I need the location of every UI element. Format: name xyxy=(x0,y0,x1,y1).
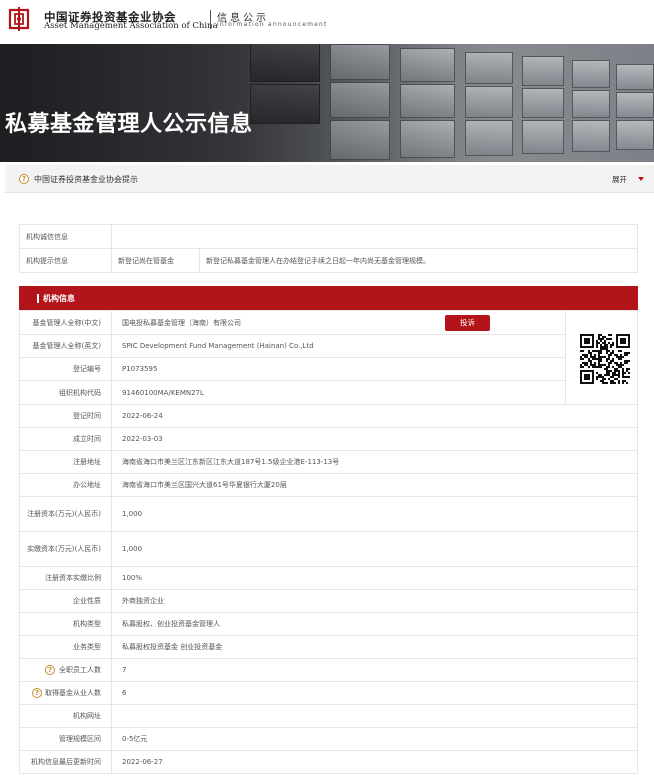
field-value: 2022-06-27 xyxy=(111,750,638,774)
field-label: 机构网址 xyxy=(19,704,112,728)
table-row: 机构信息最后更新时间 2022-06-27 xyxy=(19,750,638,774)
page-banner: 私募基金管理人公示信息 xyxy=(0,44,654,162)
table-row: 企业性质 外商独资企业 xyxy=(19,589,638,613)
table-row: 办公地址 海南省海口市美兰区国兴大道61号华夏银行大厦20层 xyxy=(19,473,638,497)
table-row: 登记时间 2022-06-24 xyxy=(19,404,638,428)
section-header: 机构信息 xyxy=(19,286,638,310)
table-row: 机构诚信信息 xyxy=(19,224,638,249)
expand-button[interactable]: 展开 xyxy=(612,174,627,185)
table-row: 注册资本实缴比例 100% xyxy=(19,566,638,590)
field-value: SPIC Development Fund Management (Hainan… xyxy=(111,334,566,358)
field-label: 登记编号 xyxy=(19,357,112,381)
table-row: 登记编号 P1073595 xyxy=(19,357,638,381)
complain-button[interactable]: 投诉 xyxy=(445,315,490,331)
table-row: ? 取得基金从业人数 6 xyxy=(19,681,638,705)
field-label: 企业性质 xyxy=(19,589,112,613)
field-value: 91460100MA/KEMN27L xyxy=(111,380,566,405)
section-name-en: information announcement xyxy=(217,21,328,28)
credit-value: 新登记私募基金管理人在办结登记手续之日起一年内尚无基金管理规模。 xyxy=(199,248,638,273)
field-label: 基金管理人全称(英文) xyxy=(19,334,112,358)
field-value: 私募股权投资基金 创业投资基金 xyxy=(111,635,638,659)
field-label: 登记时间 xyxy=(19,404,112,428)
field-value: 2022-03-03 xyxy=(111,427,638,451)
field-value: 1,000 xyxy=(111,531,638,567)
credit-label: 机构诚信信息 xyxy=(19,224,112,249)
field-value: P1073595 xyxy=(111,357,566,381)
association-logo-icon[interactable] xyxy=(7,6,31,32)
field-value-text: 国电投私募基金管理（海南）有限公司 xyxy=(122,318,241,327)
site-header: 中国证券投资基金业协会 Asset Management Association… xyxy=(0,0,654,44)
field-value: 外商独资企业 xyxy=(111,589,638,613)
org-name-en: Asset Management Association of China xyxy=(44,21,218,31)
credit-tag[interactable]: 新登记尚在管基金 xyxy=(111,248,200,273)
table-row: ? 全职员工人数 7 xyxy=(19,658,638,682)
field-label: 管理规模区间 xyxy=(19,727,112,751)
field-value: 0-5亿元 xyxy=(111,727,638,751)
field-label: 业务类型 xyxy=(19,635,112,659)
credit-info-table: 机构诚信信息 机构提示信息 新登记尚在管基金 新登记私募基金管理人在办结登记手续… xyxy=(19,224,638,273)
section-title: 机构信息 xyxy=(43,294,75,303)
field-label-text: 全职员工人数 xyxy=(59,666,101,674)
qr-code-icon[interactable] xyxy=(580,334,630,384)
table-row: 基金管理人全称(英文) SPIC Development Fund Manage… xyxy=(19,334,638,358)
credit-label: 机构提示信息 xyxy=(19,248,112,273)
header-divider xyxy=(210,10,211,29)
caret-down-icon[interactable] xyxy=(638,177,644,181)
field-label: 基金管理人全称(中文) xyxy=(19,310,112,335)
notice-text: 中国证券投资基金业协会提示 xyxy=(34,175,138,184)
field-label: 组织机构代码 xyxy=(19,380,112,405)
org-info-table: 基金管理人全称(中文) 国电投私募基金管理（海南）有限公司 投诉 基金管理人全称… xyxy=(19,310,638,774)
field-label: 机构类型 xyxy=(19,612,112,636)
table-row: 机构类型 私募股权、创业投资基金管理人 xyxy=(19,612,638,636)
field-value: 6 xyxy=(111,681,638,705)
page-title: 私募基金管理人公示信息 xyxy=(5,112,253,137)
field-value: 1,000 xyxy=(111,496,638,532)
field-value: 100% xyxy=(111,566,638,590)
table-row: 机构网址 xyxy=(19,704,638,728)
table-row: 业务类型 私募股权投资基金 创业投资基金 xyxy=(19,635,638,659)
field-value: 7 xyxy=(111,658,638,682)
field-label: 办公地址 xyxy=(19,473,112,497)
field-value: 海南省海口市美兰区国兴大道61号华夏银行大厦20层 xyxy=(111,473,638,497)
help-icon[interactable]: ? xyxy=(45,665,55,675)
field-value: 私募股权、创业投资基金管理人 xyxy=(111,612,638,636)
field-label: 注册资本实缴比例 xyxy=(19,566,112,590)
field-label: 注册资本(万元)(人民币) xyxy=(19,496,112,532)
field-value: 海南省海口市美兰区江东新区江东大道187号1.5级企业港E-113-13号 xyxy=(111,450,638,474)
table-row: 管理规模区间 0-5亿元 xyxy=(19,727,638,751)
help-icon[interactable]: ? xyxy=(32,688,42,698)
field-label-text: 取得基金从业人数 xyxy=(45,689,101,697)
section-bar xyxy=(37,294,39,303)
field-label: 机构信息最后更新时间 xyxy=(19,750,112,774)
help-icon: ? xyxy=(19,174,29,184)
field-label: ? 取得基金从业人数 xyxy=(19,681,112,705)
field-value[interactable] xyxy=(111,704,638,728)
field-label: 注册地址 xyxy=(19,450,112,474)
field-value: 国电投私募基金管理（海南）有限公司 投诉 xyxy=(111,310,566,335)
field-label: ? 全职员工人数 xyxy=(19,658,112,682)
table-row: 注册资本(万元)(人民币) 1,000 xyxy=(19,496,638,532)
table-row: 成立时间 2022-03-03 xyxy=(19,427,638,451)
table-row: 实缴资本(万元)(人民币) 1,000 xyxy=(19,531,638,567)
table-row: 基金管理人全称(中文) 国电投私募基金管理（海南）有限公司 投诉 xyxy=(19,310,638,405)
credit-value xyxy=(111,224,638,249)
table-row: 机构提示信息 新登记尚在管基金 新登记私募基金管理人在办结登记手续之日起一年内尚… xyxy=(19,248,638,273)
table-row: 组织机构代码 91460100MA/KEMN27L xyxy=(19,380,638,405)
notice-bar[interactable]: ? 中国证券投资基金业协会提示 展开 xyxy=(5,165,654,193)
table-row: 注册地址 海南省海口市美兰区江东新区江东大道187号1.5级企业港E-113-1… xyxy=(19,450,638,474)
field-label: 成立时间 xyxy=(19,427,112,451)
field-label: 实缴资本(万元)(人民币) xyxy=(19,531,112,567)
field-value: 2022-06-24 xyxy=(111,404,638,428)
